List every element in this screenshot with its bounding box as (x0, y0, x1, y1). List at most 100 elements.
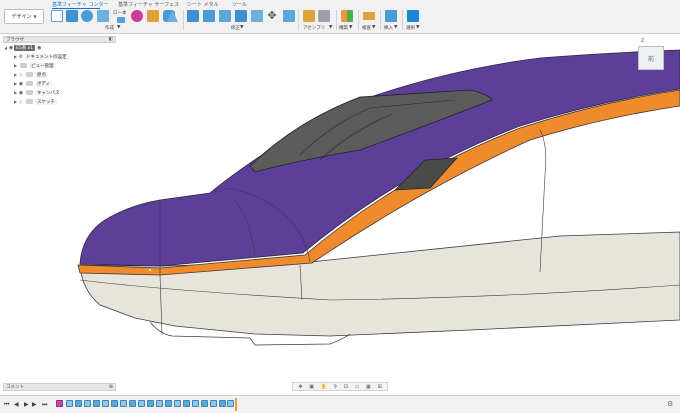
fillet-icon[interactable] (203, 10, 215, 22)
tab-tools[interactable]: ツール (232, 1, 247, 8)
timeline-end-icon[interactable]: ⏭ (42, 401, 47, 409)
measure-icon[interactable] (363, 12, 375, 20)
viewcube-axis-label: Z (641, 38, 645, 44)
add-comment-icon[interactable]: ⊕ (109, 384, 113, 390)
look-at-icon[interactable]: ▣ (309, 384, 314, 390)
timeline-start-icon[interactable]: ⏮ (4, 401, 9, 409)
tree-item-bodies[interactable]: ▶ ◉ ボディ (3, 79, 116, 88)
browser-header[interactable]: ブラウザ ◧ (3, 36, 116, 43)
revolve-icon[interactable] (81, 10, 93, 22)
fit-icon[interactable]: ⊡ (344, 384, 348, 390)
tree-item-named-views[interactable]: ▶ ビュー管理 (3, 61, 116, 70)
timeline-feature[interactable] (111, 400, 118, 407)
move-icon[interactable]: ✥ (266, 10, 278, 22)
workspace-switcher-button[interactable]: デザイン ▼ (4, 9, 44, 24)
timeline-feature[interactable] (227, 400, 234, 407)
timeline-feature[interactable] (102, 400, 109, 407)
visibility-eye-icon[interactable]: ◉ (18, 90, 24, 96)
expand-arrow-icon[interactable]: ▶ (13, 63, 18, 68)
create-form-icon[interactable] (131, 10, 143, 22)
timeline-feature[interactable] (66, 400, 73, 407)
group-insert-label[interactable]: 挿入 (384, 25, 393, 31)
press-pull-icon[interactable] (187, 10, 199, 22)
display-settings-icon[interactable]: ▭ (355, 384, 360, 390)
draft-icon[interactable] (251, 10, 263, 22)
comments-panel[interactable]: コメント ⊕ (3, 383, 116, 391)
timeline-play-icon[interactable]: ▶ (24, 401, 29, 408)
timeline-prev-icon[interactable]: ◀ (14, 401, 19, 408)
toolbar-divider (402, 10, 403, 30)
timeline-feature[interactable] (219, 400, 226, 407)
viewcube[interactable]: 前 (638, 46, 664, 70)
chevron-down-icon: ▼ (240, 25, 244, 30)
group-create-label[interactable]: 作成 (105, 25, 114, 31)
offset-plane-icon[interactable] (341, 10, 353, 22)
timeline-feature[interactable] (84, 400, 91, 407)
toolbar-divider (358, 10, 359, 30)
timeline-feature[interactable] (129, 400, 136, 407)
tab-surface[interactable]: 基準フィーチャ サーフェス (118, 1, 179, 8)
tree-item-canvases[interactable]: ▶ ◉ キャンバス (3, 88, 116, 97)
timeline-feature[interactable] (156, 400, 163, 407)
orbit-icon[interactable]: ✥ (298, 384, 302, 390)
timeline-feature[interactable] (138, 400, 145, 407)
workspace-label: デザイン (11, 14, 32, 20)
tree-item-label: ビュー管理 (29, 62, 56, 69)
loft-label[interactable]: ロー本 (113, 10, 127, 16)
timeline-feature[interactable] (75, 400, 82, 407)
zoom-icon[interactable]: ⚲ (333, 384, 337, 390)
toolbar-divider (336, 10, 337, 30)
tree-item-sketches[interactable]: ▶ ◎ スケッチ (3, 97, 116, 106)
timeline-feature[interactable] (147, 400, 154, 407)
sweep-icon[interactable] (97, 10, 109, 22)
chevron-down-icon: ▼ (394, 25, 398, 30)
timeline-feature[interactable] (201, 400, 208, 407)
group-construct-label[interactable]: 構築 (339, 25, 348, 31)
joint-icon[interactable] (318, 10, 330, 22)
timeline-feature[interactable] (192, 400, 199, 407)
derive-icon[interactable] (147, 10, 159, 22)
visibility-eye-icon[interactable]: ◎ (18, 99, 24, 105)
group-modify-label[interactable]: 修正 (231, 25, 240, 31)
extrude-icon[interactable] (66, 10, 78, 22)
timeline-feature[interactable] (120, 400, 127, 407)
folder-icon (26, 99, 33, 104)
align-icon[interactable] (283, 10, 295, 22)
group-select-label[interactable]: 選択 (406, 25, 415, 31)
new-sketch-icon[interactable] (51, 10, 63, 22)
tab-solid[interactable]: 基準フィーチャ コンター (52, 1, 108, 8)
comments-title: コメント (6, 385, 24, 390)
timeline-marker[interactable] (235, 398, 237, 411)
insert-image-icon[interactable] (385, 10, 397, 22)
timeline-feature[interactable] (165, 400, 172, 407)
chevron-down-icon: ▼ (372, 25, 376, 30)
tab-sheet-metal[interactable]: シート メタル (187, 1, 219, 8)
active-radio-icon[interactable]: ◉ (37, 45, 41, 51)
shell-icon[interactable] (235, 10, 247, 22)
group-inspect-label[interactable]: 検査 (362, 25, 371, 31)
visibility-eye-icon[interactable]: ◉ (18, 81, 24, 87)
select-icon[interactable] (407, 10, 419, 22)
viewports-icon[interactable]: ⊞ (377, 384, 381, 390)
timeline-feature[interactable] (93, 400, 100, 407)
gear-icon[interactable]: ⚙ (667, 400, 673, 408)
train-purple-upper[interactable] (79, 49, 680, 267)
timeline-feature[interactable] (174, 400, 181, 407)
timeline-feature[interactable] (56, 400, 63, 407)
folder-icon (26, 81, 33, 86)
new-component-icon[interactable] (303, 10, 315, 22)
loft-icon[interactable] (117, 17, 125, 23)
panel-pin-icon[interactable]: ◧ (109, 37, 113, 42)
visibility-eye-icon[interactable]: ◎ (18, 72, 24, 78)
timeline-feature[interactable] (183, 400, 190, 407)
tree-item-origin[interactable]: ▶ ◎ 原点 (3, 70, 116, 79)
timeline-next-icon[interactable]: ▶ (32, 401, 37, 408)
chamfer-icon[interactable] (219, 10, 231, 22)
toolbar-divider (298, 10, 299, 30)
tree-item-document-settings[interactable]: ▶ ⚙ ドキュメントの設定 (3, 52, 116, 61)
pan-icon[interactable]: ✋ (321, 384, 327, 390)
group-assemble-label[interactable]: アセンブリ (303, 25, 325, 31)
grid-settings-icon[interactable]: ▦ (366, 384, 371, 390)
tree-root[interactable]: ◢ ◉ E5系 v1 ◉ (3, 43, 116, 52)
timeline-feature[interactable] (210, 400, 217, 407)
